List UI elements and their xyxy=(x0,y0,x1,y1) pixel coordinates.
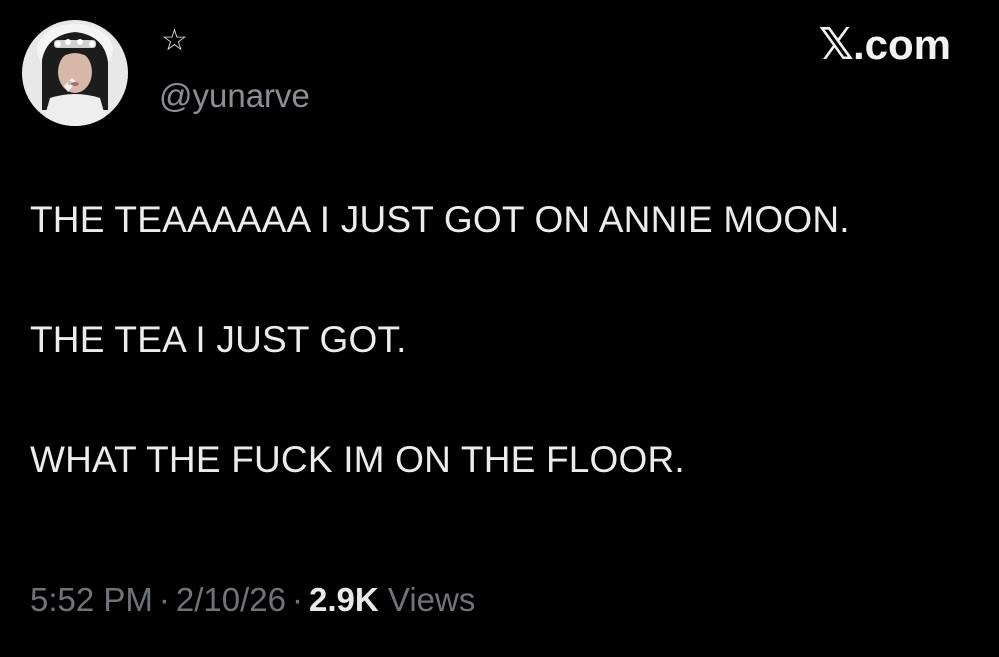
tweet-date[interactable]: 2/10/26 xyxy=(176,581,286,618)
tweet-line: THE TEAAAAAA I JUST GOT ON ANNIE MOON. xyxy=(30,199,850,240)
meta-separator: · xyxy=(158,581,170,618)
x-logo-icon: 𝕏 xyxy=(818,19,854,70)
avatar[interactable] xyxy=(22,20,128,126)
views-label: Views xyxy=(387,581,476,618)
tweet-line: WHAT THE FUCK IM ON THE FLOOR. xyxy=(30,439,685,480)
meta-separator: · xyxy=(292,581,304,618)
views-count[interactable]: 2.9K xyxy=(309,581,379,618)
x-logo[interactable]: 𝕏 .com xyxy=(819,20,951,70)
tweet-meta: 5:52 PM · 2/10/26 · 2.9K Views xyxy=(30,580,475,620)
display-name[interactable]: ☆ xyxy=(161,26,188,56)
brand-domain: .com xyxy=(852,21,951,68)
username-handle[interactable]: @yunarve xyxy=(159,78,310,114)
profile-photo-icon xyxy=(22,20,128,126)
tweet-body: THE TEAAAAAA I JUST GOT ON ANNIE MOON. T… xyxy=(30,196,980,556)
tweet-time[interactable]: 5:52 PM xyxy=(30,581,153,618)
tweet-line: THE TEA I JUST GOT. xyxy=(30,319,407,360)
